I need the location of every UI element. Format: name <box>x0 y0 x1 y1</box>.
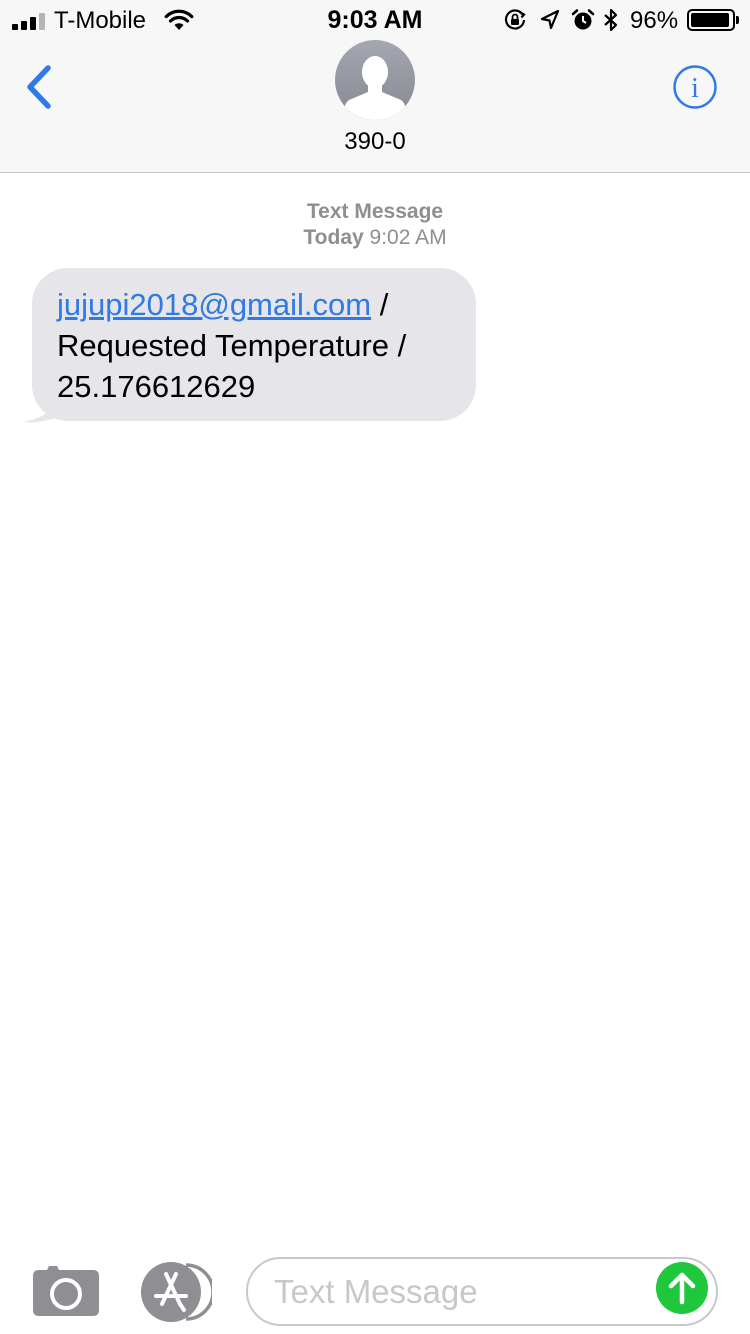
message-line-1: jujupi2018@gmail.com / <box>57 284 456 325</box>
alarm-icon <box>571 9 595 30</box>
message-timestamp: Text Message Today 9:02 AM <box>0 199 750 251</box>
battery-icon <box>687 9 735 31</box>
message-text-after-link: / <box>371 287 389 322</box>
message-time: 9:02 AM <box>369 226 447 249</box>
message-input-field[interactable] <box>246 1257 718 1326</box>
message-line-2: Requested Temperature / <box>57 328 407 363</box>
contact-name[interactable]: 390-0 <box>0 128 750 156</box>
info-icon: i <box>691 73 699 104</box>
battery-percent: 96% <box>630 7 679 34</box>
bluetooth-icon <box>604 8 618 32</box>
battery-cap <box>736 16 739 24</box>
message-date-line: Today 9:02 AM <box>0 225 750 251</box>
message-service-label: Text Message <box>306 200 444 223</box>
message-day: Today <box>303 226 364 249</box>
incoming-message[interactable]: jujupi2018@gmail.com / Requested Tempera… <box>20 268 480 424</box>
message-bubble[interactable]: jujupi2018@gmail.com / Requested Tempera… <box>32 268 476 421</box>
battery-level-fill <box>691 13 730 27</box>
camera-icon <box>33 1266 99 1316</box>
messages-screen: T-Mobile 9:03 AM 96% 390-0 i Text Messag… <box>0 0 750 1334</box>
back-button[interactable] <box>16 62 62 112</box>
location-icon <box>540 9 560 30</box>
info-button[interactable]: i <box>672 64 718 110</box>
conversation-header: 390-0 i <box>0 40 750 173</box>
contact-avatar[interactable] <box>335 40 415 120</box>
message-line-3: 25.176612629 <box>57 369 256 404</box>
camera-button[interactable] <box>33 1264 99 1316</box>
email-link[interactable]: jujupi2018@gmail.com <box>57 287 371 322</box>
app-store-button[interactable] <box>140 1262 212 1322</box>
status-bar: T-Mobile 9:03 AM 96% <box>0 0 750 40</box>
message-input[interactable] <box>274 1269 644 1315</box>
send-button[interactable] <box>656 1262 708 1314</box>
orientation-lock-icon <box>504 9 526 30</box>
app-store-icon <box>141 1262 212 1322</box>
